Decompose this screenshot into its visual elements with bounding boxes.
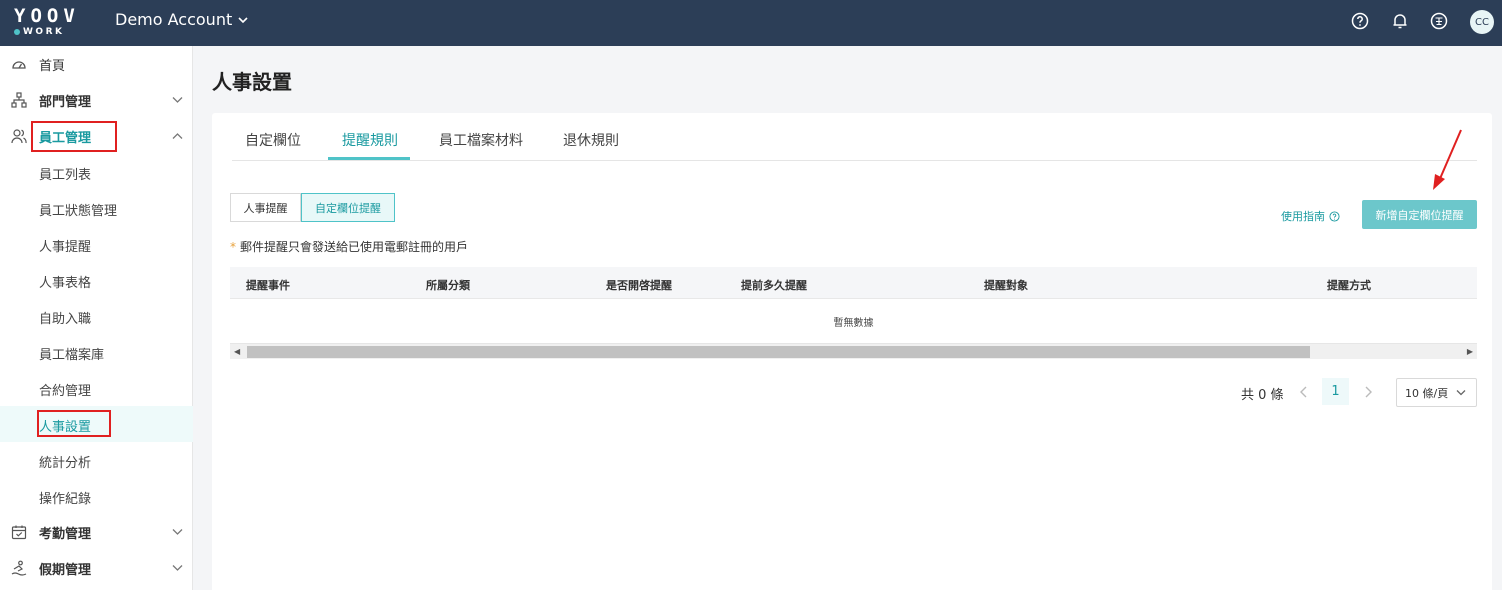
column-header-event: 提醒事件 [246,279,290,292]
sidebar-subitem-label: 統計分析 [39,456,92,471]
sidebar-subitem-employee-status[interactable]: 員工狀態管理 [0,190,193,226]
top-bar: YOOV WORK Demo Account [0,0,1502,46]
sidebar-subitem-label: 員工檔案庫 [39,348,105,363]
sidebar-subitem-hr-reminders[interactable]: 人事提醒 [0,226,193,262]
sidebar-item-attendance[interactable]: 考勤管理 [0,514,193,550]
active-tab-indicator [328,157,410,160]
sidebar-subitem-label: 人事表格 [39,276,92,291]
scroll-left-icon[interactable]: ◀ [234,347,240,356]
email-reminder-note-text: 郵件提醒只會發送給已使用電郵註冊的用戶 [240,240,469,254]
calendar-check-icon [11,525,27,540]
page-title: 人事設置 [212,70,292,94]
sidebar-subitem-label: 合約管理 [39,384,92,399]
column-header-target: 提醒對象 [984,279,1028,292]
sidebar-subitem-label: 操作紀錄 [39,492,92,507]
pagination-total: 共 0 條 [1241,388,1284,403]
tab-reminder-rules[interactable]: 提醒規則 [342,130,398,150]
sidebar-subitem-contracts[interactable]: 合約管理 [0,370,193,406]
table-empty-state: 暫無數據 [833,317,874,329]
arrow-annotation-icon [1433,129,1462,190]
help-circle-icon [1329,210,1340,222]
help-icon[interactable] [1351,12,1369,30]
logo-text-bottom: WORK [23,27,65,37]
yoov-work-logo[interactable]: YOOV WORK [14,6,84,40]
logo-text-top: YOOV [14,5,80,27]
chevron-down-icon [172,97,183,103]
avatar[interactable]: CC [1470,10,1494,34]
bell-icon[interactable] [1391,12,1409,30]
scroll-right-icon[interactable]: ▶ [1467,347,1473,356]
chevron-down-icon [172,529,183,535]
sidebar-subitem-operation-log[interactable]: 操作紀錄 [0,478,193,514]
column-header-category: 所屬分類 [426,279,470,292]
segment-custom-field-reminders[interactable]: 自定欄位提醒 [301,193,395,222]
beach-icon [11,560,27,576]
chevron-left-icon[interactable] [1297,385,1311,399]
sidebar-item-home[interactable]: 首頁 [0,46,193,82]
chevron-up-icon [172,133,183,139]
org-chart-icon [11,92,27,108]
sidebar-subitem-label: 員工狀態管理 [39,204,118,219]
email-reminder-note: * 郵件提醒只會發送給已使用電郵註冊的用戶 [230,238,468,255]
tab-retirement-rules[interactable]: 退休規則 [563,130,619,150]
sidebar-subitem-statistics[interactable]: 統計分析 [0,442,193,478]
sidebar-item-label: 考勤管理 [39,526,92,542]
tab-employee-materials[interactable]: 員工檔案材料 [439,130,523,150]
chevron-down-icon [238,16,248,23]
column-header-method: 提醒方式 [1327,279,1371,292]
sidebar-item-label: 員工管理 [39,130,92,146]
sidebar-item-leave[interactable]: 假期管理 [0,550,193,586]
sidebar-subitem-employee-list[interactable]: 員工列表 [0,154,193,190]
logo-dot-icon [14,29,20,35]
sidebar-subitem-label: 自助入職 [39,312,92,327]
usage-guide-label: 使用指南 [1281,210,1325,223]
page-size-value: 10 條/頁 [1405,386,1449,400]
table-header: 提醒事件 所屬分類 是否開啓提醒 提前多久提醒 提醒對象 提醒方式 [230,267,1477,299]
sidebar-subitem-employee-archive[interactable]: 員工檔案庫 [0,334,193,370]
chevron-down-icon [1456,390,1466,396]
language-icon[interactable] [1430,12,1448,30]
sidebar: 首頁 部門管理 員工管理 員工列表 員工狀態管理 人事提醒 人事表格 自助入職 … [0,46,193,590]
sidebar-item-label: 部門管理 [39,94,92,110]
pagination-page[interactable]: 1 [1322,378,1349,405]
sidebar-subitem-label: 員工列表 [39,168,92,183]
sidebar-subitem-label: 人事設置 [39,420,92,435]
add-custom-field-reminder-button[interactable]: 新增自定欄位提醒 [1362,200,1477,229]
sidebar-subitem-label: 人事提醒 [39,240,92,255]
tab-custom-fields[interactable]: 自定欄位 [245,130,301,150]
scrollbar-thumb[interactable] [247,346,1310,358]
sidebar-item-label: 首頁 [39,58,66,74]
sidebar-subitem-self-onboarding[interactable]: 自助入職 [0,298,193,334]
sidebar-subitem-hr-settings[interactable]: 人事設置 [0,406,193,442]
column-header-advance: 提前多久提醒 [741,279,807,292]
account-name: Demo Account [115,10,233,29]
usage-guide-link[interactable]: 使用指南 [1281,208,1340,224]
sidebar-item-employees[interactable]: 員工管理 [0,118,193,154]
sidebar-subitem-hr-forms[interactable]: 人事表格 [0,262,193,298]
page-size-select[interactable]: 10 條/頁 [1396,378,1477,407]
required-star: * [230,240,236,254]
dashboard-icon [12,61,26,69]
sidebar-item-departments[interactable]: 部門管理 [0,82,193,118]
account-switcher[interactable]: Demo Account [115,10,248,29]
segment-hr-reminders[interactable]: 人事提醒 [230,193,301,222]
chevron-right-icon[interactable] [1361,385,1375,399]
chevron-down-icon [172,565,183,571]
sidebar-item-label: 假期管理 [39,562,92,578]
horizontal-scrollbar[interactable]: ◀ ▶ [230,343,1477,359]
settings-tabs [232,114,1477,161]
column-header-enabled: 是否開啓提醒 [606,279,672,292]
users-icon [11,129,27,144]
